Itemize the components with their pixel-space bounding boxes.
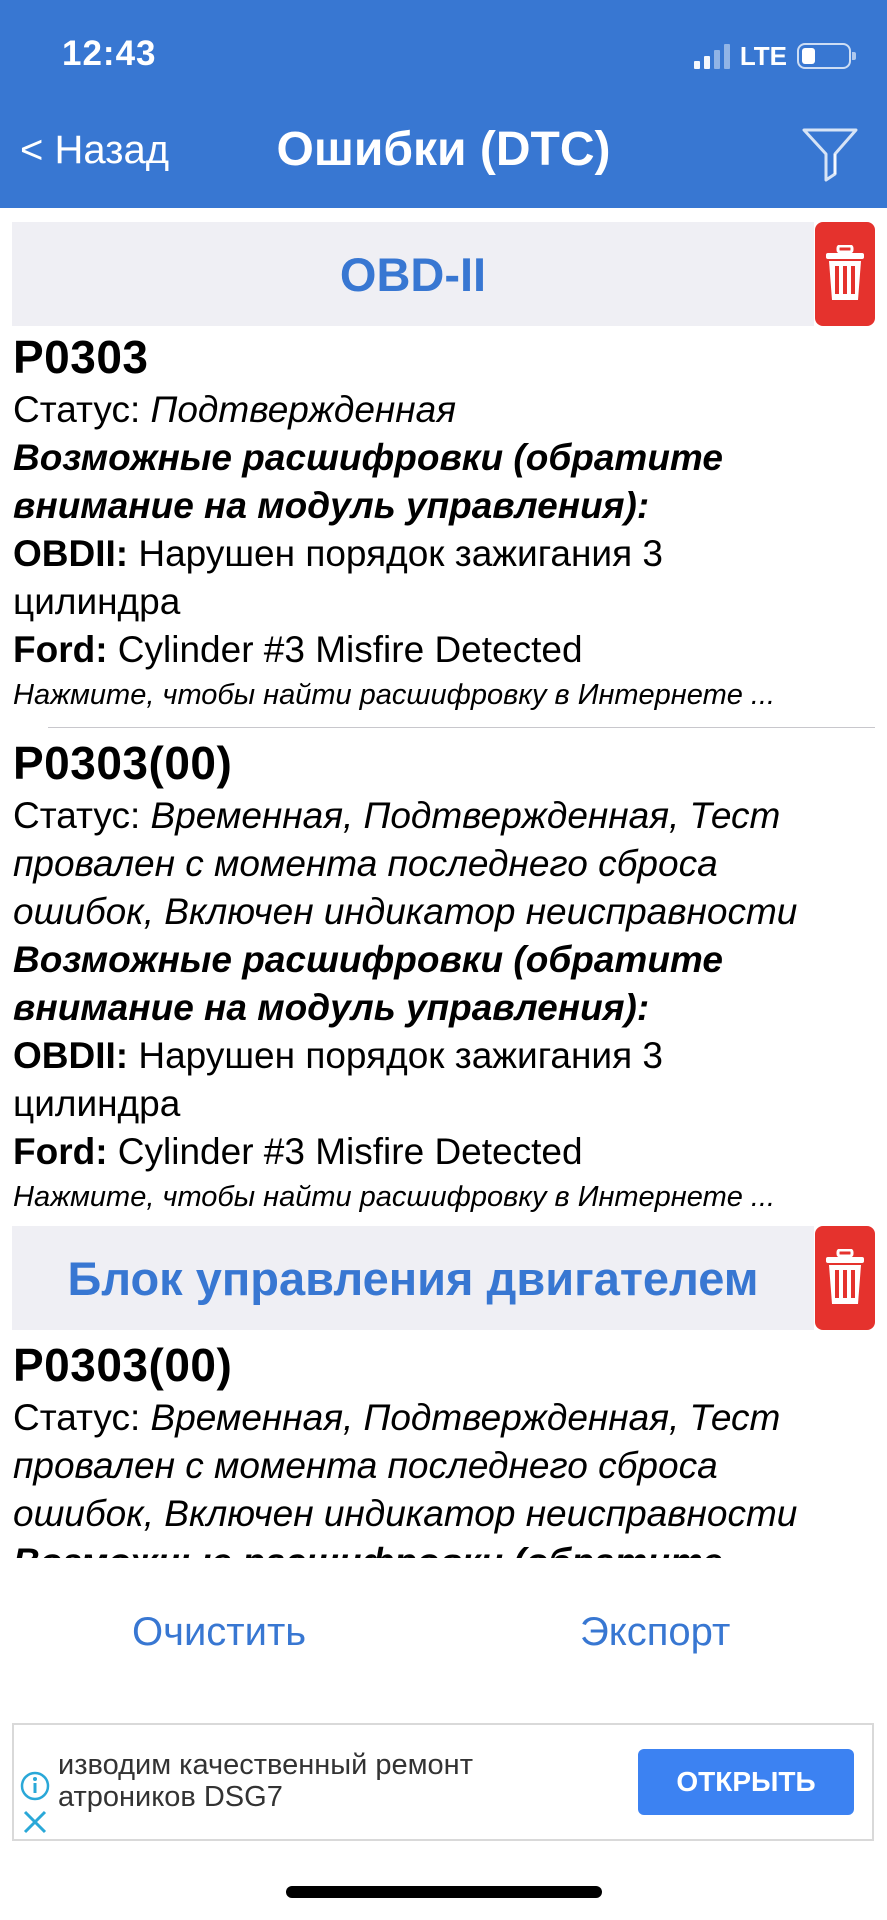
signal-icon: [693, 43, 730, 69]
delete-section-button[interactable]: [815, 222, 875, 326]
decode-heading: Возможные расшифровки (обратите: [13, 1538, 873, 1558]
section-header-obd2: OBD-II: [12, 222, 814, 326]
ford-decode: Ford: Cylinder #3 Misfire Detected: [13, 629, 583, 670]
dtc-entry[interactable]: P0303(00) Статус: Временная, Подтвержден…: [13, 1336, 873, 1558]
action-bar: Очистить Экспорт: [0, 1610, 887, 1680]
search-online-link[interactable]: Нажмите, чтобы найти расшифровку в Интер…: [13, 674, 873, 716]
obd-decode-cont: цилиндра: [13, 581, 181, 622]
decode-heading: внимание на модуль управления):: [13, 485, 650, 526]
ford-decode: Ford: Cylinder #3 Misfire Detected: [13, 1131, 583, 1172]
filter-icon[interactable]: [799, 124, 861, 184]
dtc-code: P0303(00): [13, 1339, 233, 1391]
row-separator: [48, 727, 875, 728]
status-line-cont: провален с момента последнего сброса: [13, 1445, 718, 1486]
trash-icon: [826, 245, 864, 300]
decode-heading: Возможные расшифровки (обратите: [13, 939, 723, 980]
decode-heading: внимание на модуль управления):: [13, 987, 650, 1028]
search-online-link[interactable]: Нажмите, чтобы найти расшифровку в Интер…: [13, 1176, 873, 1218]
dtc-entry[interactable]: P0303(00) Статус: Временная, Подтвержден…: [13, 734, 873, 1218]
status-time: 12:43: [62, 34, 157, 73]
obd-decode-cont: цилиндра: [13, 1083, 181, 1124]
ad-text: изводим качественный ремонт атроников DS…: [58, 1749, 473, 1813]
navigation-header: 12:43 LTE < Назад Ошибки (DTC): [0, 0, 887, 208]
status-indicators: LTE: [693, 38, 856, 74]
ad-banner[interactable]: изводим качественный ремонт атроников DS…: [12, 1723, 874, 1841]
status-line: Статус: Подтвержденная: [13, 389, 456, 430]
network-type: LTE: [739, 40, 787, 71]
obd-decode: OBDII: Нарушен порядок зажигания 3: [13, 1035, 663, 1076]
info-icon[interactable]: [20, 1771, 50, 1801]
ad-open-button[interactable]: ОТКРЫТЬ: [638, 1749, 854, 1815]
trash-icon: [826, 1249, 864, 1304]
dtc-list[interactable]: OBD-II P0303 Статус: Подтвержденная Возм…: [0, 208, 887, 1558]
dtc-entry[interactable]: P0303 Статус: Подтвержденная Возможные р…: [13, 328, 873, 716]
status-line-cont: ошибок, Включен индикатор неисправности: [13, 891, 798, 932]
home-indicator[interactable]: [286, 1886, 602, 1898]
status-line-cont: ошибок, Включен индикатор неисправности: [13, 1493, 798, 1534]
clear-button[interactable]: Очистить: [132, 1610, 306, 1655]
export-button[interactable]: Экспорт: [580, 1610, 730, 1655]
decode-heading: Возможные расшифровки (обратите: [13, 437, 723, 478]
dtc-code: P0303(00): [13, 737, 233, 789]
page-title: Ошибки (DTC): [276, 123, 611, 176]
status-line: Статус: Временная, Подтвержденная, Тест: [13, 795, 781, 836]
status-line-cont: провален с момента последнего сброса: [13, 843, 718, 884]
dtc-code: P0303: [13, 331, 149, 383]
status-line: Статус: Временная, Подтвержденная, Тест: [13, 1397, 781, 1438]
close-icon[interactable]: [22, 1809, 48, 1835]
section-header-engine-ecu: Блок управления двигателем: [12, 1226, 814, 1330]
delete-section-button[interactable]: [815, 1226, 875, 1330]
obd-decode: OBDII: Нарушен порядок зажигания 3: [13, 533, 663, 574]
battery-icon: [797, 43, 856, 69]
